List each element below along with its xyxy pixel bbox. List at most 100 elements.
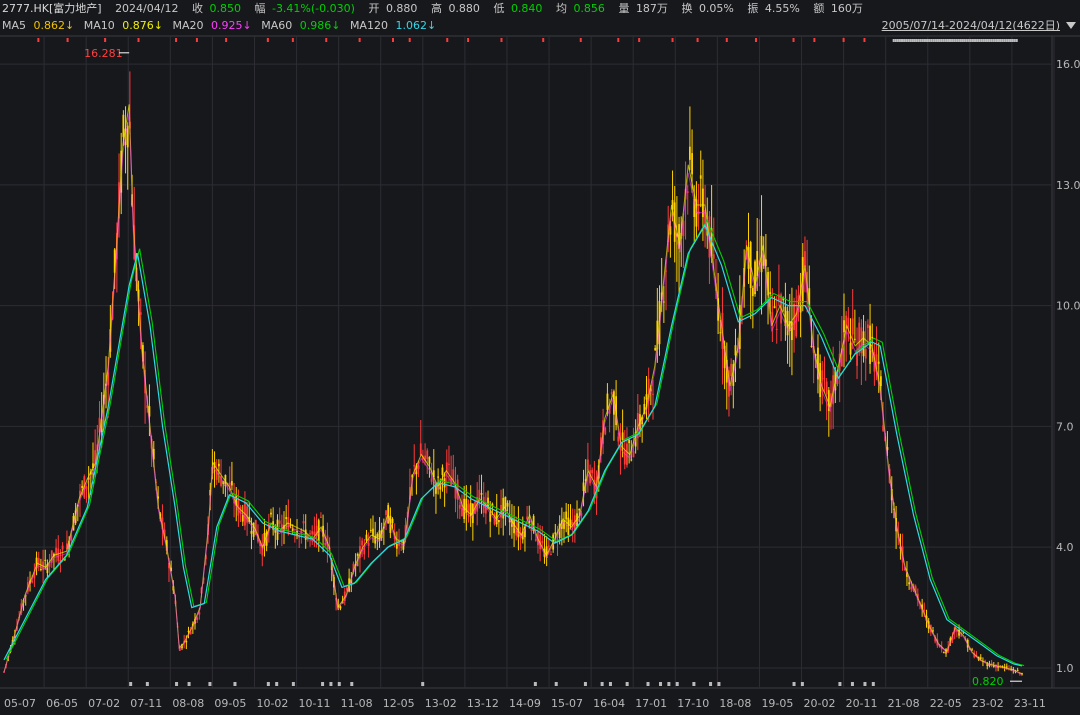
chart-marks [3,71,1025,676]
event-marker [996,39,999,42]
y-axis: 16.0 13.0 10.0 7.0 4.0 1.0 [1056,58,1080,675]
candle-body [734,345,737,356]
ma60-line [5,219,1025,667]
event-marker [350,682,354,686]
x-tick-label: 14-09 [509,697,541,710]
candle-body [534,539,537,541]
y-tick-label: 1.0 [1056,662,1074,675]
candle-body [578,508,581,511]
y-tick-label: 4.0 [1056,541,1074,554]
x-tick-label: 23-11 [1014,697,1046,710]
x-tick-label: 18-08 [719,697,751,710]
event-marker [905,39,908,42]
event-marker [946,39,949,42]
event-marker [696,38,699,42]
event-marker [659,682,663,686]
event-marker [329,682,333,686]
event-marker [1015,39,1018,42]
x-axis: 05-07 06-05 07-02 07-11 08-08 09-05 10-02 10-11… [4,697,1046,710]
event-marker [965,39,968,42]
event-marker [667,682,671,686]
event-marker [978,39,981,42]
event-marker [961,39,964,42]
candle-body [773,306,776,309]
x-tick-label: 06-05 [46,697,78,710]
ma20-line [3,113,1023,675]
candle-body [866,324,869,328]
x-tick-label: 22-05 [930,697,962,710]
event-marker [421,682,425,686]
candle-body [385,510,387,515]
candle-body [979,657,982,659]
event-marker [994,39,997,42]
candle-body [480,493,483,495]
event-marker [225,38,228,42]
candle-body [541,541,544,544]
ma120-line [3,223,1023,667]
event-marker [646,682,650,686]
event-marker [145,682,149,686]
event-marker [898,39,901,42]
event-marker [533,682,537,686]
x-tick-label: 13-12 [467,697,499,710]
candle-body [712,254,715,259]
candle-body [372,528,374,536]
candle-body [1016,669,1019,671]
event-marker [1009,39,1012,42]
event-marker [923,39,926,42]
x-tick-label: 20-11 [846,697,878,710]
x-tick-label: 23-02 [972,697,1004,710]
candle-body [853,338,856,340]
event-marker [266,682,270,686]
event-marker [926,39,929,42]
x-tick-label: 15-07 [551,697,583,710]
price-chart[interactable]: 16.0 13.0 10.0 7.0 4.0 1.0 05-07 06-05 07-02 07-… [0,0,1080,715]
candle-body [391,518,394,524]
event-marker [863,38,866,42]
candle-body [313,531,316,536]
candle-body [843,320,845,333]
event-marker [717,682,721,686]
candle-body [686,191,689,193]
candle-body [547,545,550,547]
event-marker [948,39,951,42]
event-marker [638,38,641,42]
x-tick-label: 20-02 [804,697,836,710]
event-marker [392,38,395,42]
candle-body [769,292,772,295]
candle-body [419,443,422,456]
event-marker [976,39,979,42]
event-marker [321,682,325,686]
y-tick-label: 13.0 [1056,179,1080,192]
candle-body [81,485,84,488]
event-marker [990,39,993,42]
candle-body [278,520,281,524]
candle-body [356,553,359,556]
event-marker [725,38,728,42]
y-tick-label: 16.0 [1056,58,1080,71]
event-marker [896,39,899,42]
event-marker [963,39,966,42]
event-marker [1005,39,1008,42]
x-tick-label: 05-07 [4,697,36,710]
candle-body [775,328,778,330]
candle-body [231,481,233,486]
candle-body [823,378,826,380]
candle-body [771,312,774,323]
candle-body [908,582,911,585]
candle-body [39,569,42,571]
candle-body [851,318,854,335]
event-marker [137,38,140,42]
x-tick-label: 12-05 [383,697,415,710]
x-tick-label: 19-05 [761,697,793,710]
candle-body [604,427,607,435]
event-marker [446,38,449,42]
x-tick-label: 08-08 [172,697,204,710]
candle-body [413,465,416,467]
candle-body [632,451,635,458]
candle-body [942,652,945,654]
event-marker [129,682,133,686]
candle-body [910,586,913,590]
candle-body [662,301,665,303]
event-marker [671,38,674,42]
